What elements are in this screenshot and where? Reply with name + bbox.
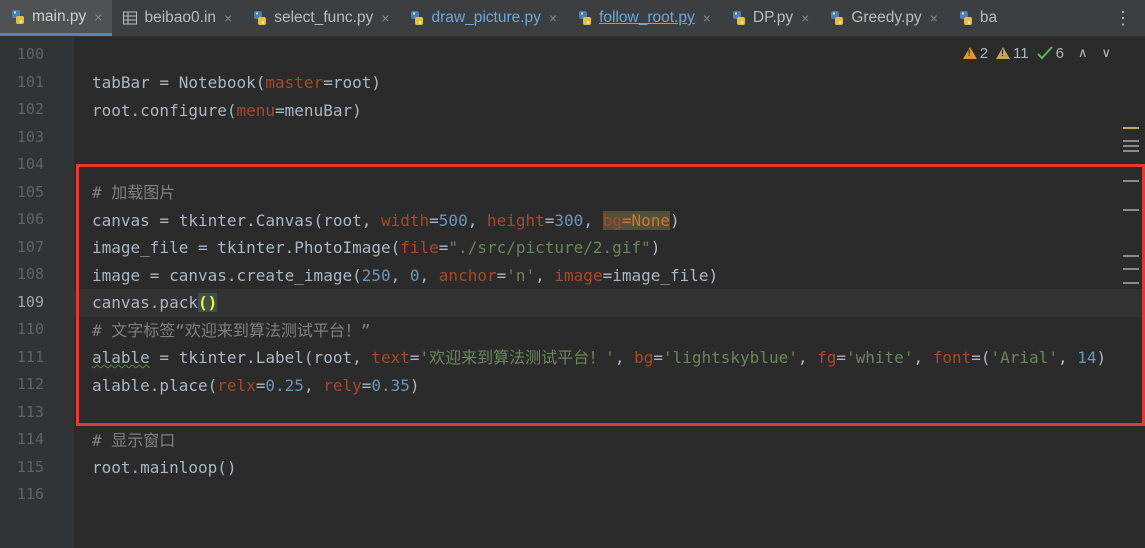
line-number[interactable]: 114 <box>0 426 44 454</box>
next-highlight-icon[interactable]: ∨ <box>1101 45 1111 61</box>
line-number[interactable]: 102 <box>0 96 44 124</box>
ok-count-label: 6 <box>1055 44 1064 62</box>
code-line-114[interactable]: # 显示窗口 <box>92 427 175 455</box>
tab-label: DP.py <box>752 9 794 26</box>
tab-beibao0-in[interactable]: beibao0.in × <box>112 0 242 36</box>
error-count-label: 2 <box>979 44 989 62</box>
tab-draw-picture-py[interactable]: draw_picture.py × <box>399 0 567 36</box>
line-number[interactable]: 107 <box>0 234 44 262</box>
scroll-marker[interactable] <box>1123 150 1139 152</box>
tab-label: follow_root.py <box>599 9 695 26</box>
scroll-marker[interactable] <box>1123 209 1139 211</box>
line-number[interactable]: 109 <box>0 289 44 317</box>
highlight-annotation-box <box>76 164 1145 426</box>
python-file-icon <box>577 10 593 26</box>
more-tabs-icon[interactable]: ⋮ <box>1114 8 1132 29</box>
python-file-icon <box>731 10 747 26</box>
warning-count-label: 11 <box>1013 44 1029 62</box>
line-number[interactable]: 111 <box>0 344 44 372</box>
close-tab-icon[interactable]: × <box>801 10 809 26</box>
error-icon: ! <box>962 47 977 59</box>
warning-count[interactable]: ! 11 <box>996 45 1029 62</box>
close-tab-icon[interactable]: × <box>381 10 389 26</box>
tab-label: beibao0.in <box>144 9 217 26</box>
tab-dp-py[interactable]: DP.py × <box>721 0 819 36</box>
close-tab-icon[interactable]: × <box>224 10 232 26</box>
line-number[interactable]: 115 <box>0 454 44 482</box>
code-line-115[interactable]: root.mainloop() <box>92 454 237 482</box>
python-file-icon <box>252 10 268 26</box>
line-number[interactable]: 106 <box>0 206 44 234</box>
tab-ba[interactable]: ba <box>948 0 1007 36</box>
line-number-gutter: 100 101 102 103 104 105 106 107 108 109 110 111 112 1… <box>0 37 74 548</box>
tab-label: ba <box>979 9 998 26</box>
close-tab-icon[interactable]: × <box>94 9 102 25</box>
line-number[interactable]: 105 <box>0 179 44 207</box>
close-tab-icon[interactable]: × <box>703 10 711 26</box>
tab-label: select_func.py <box>274 9 374 26</box>
editor-tab-bar: main.py × beibao0.in × select_func.py × draw_p… <box>0 0 1145 37</box>
close-tab-icon[interactable]: × <box>930 10 938 26</box>
line-number[interactable]: 112 <box>0 371 44 399</box>
tab-overflow-area: ⋮ <box>1101 0 1145 36</box>
line-number[interactable]: 104 <box>0 151 44 179</box>
python-file-icon <box>829 10 845 26</box>
line-number[interactable]: 103 <box>0 124 44 152</box>
code-line-101[interactable]: tabBar = Notebook(master=root) <box>92 69 381 97</box>
typo-count[interactable]: 6 <box>1036 44 1064 62</box>
error-count[interactable]: ! 2 <box>962 44 989 62</box>
line-number[interactable]: 116 <box>0 481 44 509</box>
line-number[interactable]: 110 <box>0 316 44 344</box>
python-file-icon <box>409 10 425 26</box>
check-icon <box>1036 46 1053 60</box>
scroll-marker[interactable] <box>1123 282 1139 284</box>
text-file-icon <box>122 10 138 26</box>
scroll-marker[interactable] <box>1123 180 1139 182</box>
tab-label: draw_picture.py <box>431 9 541 26</box>
tab-select-func-py[interactable]: select_func.py × <box>242 0 399 36</box>
inspection-widget[interactable]: ! 2 ! 11 6 ∧ ∨ <box>962 42 1111 64</box>
python-file-icon <box>958 10 974 26</box>
previous-highlight-icon[interactable]: ∧ <box>1078 45 1088 61</box>
scroll-marker[interactable] <box>1123 268 1139 270</box>
tab-main-py[interactable]: main.py × <box>0 0 113 36</box>
tab-label: main.py <box>32 7 87 25</box>
tab-label: Greedy.py <box>851 9 922 26</box>
scroll-marker[interactable] <box>1123 127 1139 129</box>
code-line-102[interactable]: root.configure(menu=menuBar) <box>92 97 362 125</box>
scroll-marker[interactable] <box>1123 145 1139 147</box>
scroll-marker[interactable] <box>1123 255 1139 257</box>
warning-icon: ! <box>996 47 1011 59</box>
tab-greedy-py[interactable]: Greedy.py × <box>819 0 948 36</box>
close-tab-icon[interactable]: × <box>549 10 557 26</box>
scroll-marker[interactable] <box>1123 140 1139 142</box>
line-number[interactable]: 101 <box>0 69 44 97</box>
line-number[interactable]: 100 <box>0 41 44 69</box>
python-file-icon <box>10 9 26 25</box>
line-number[interactable]: 113 <box>0 399 44 427</box>
tab-follow-root-py[interactable]: follow_root.py × <box>567 0 721 36</box>
line-number[interactable]: 108 <box>0 261 44 289</box>
